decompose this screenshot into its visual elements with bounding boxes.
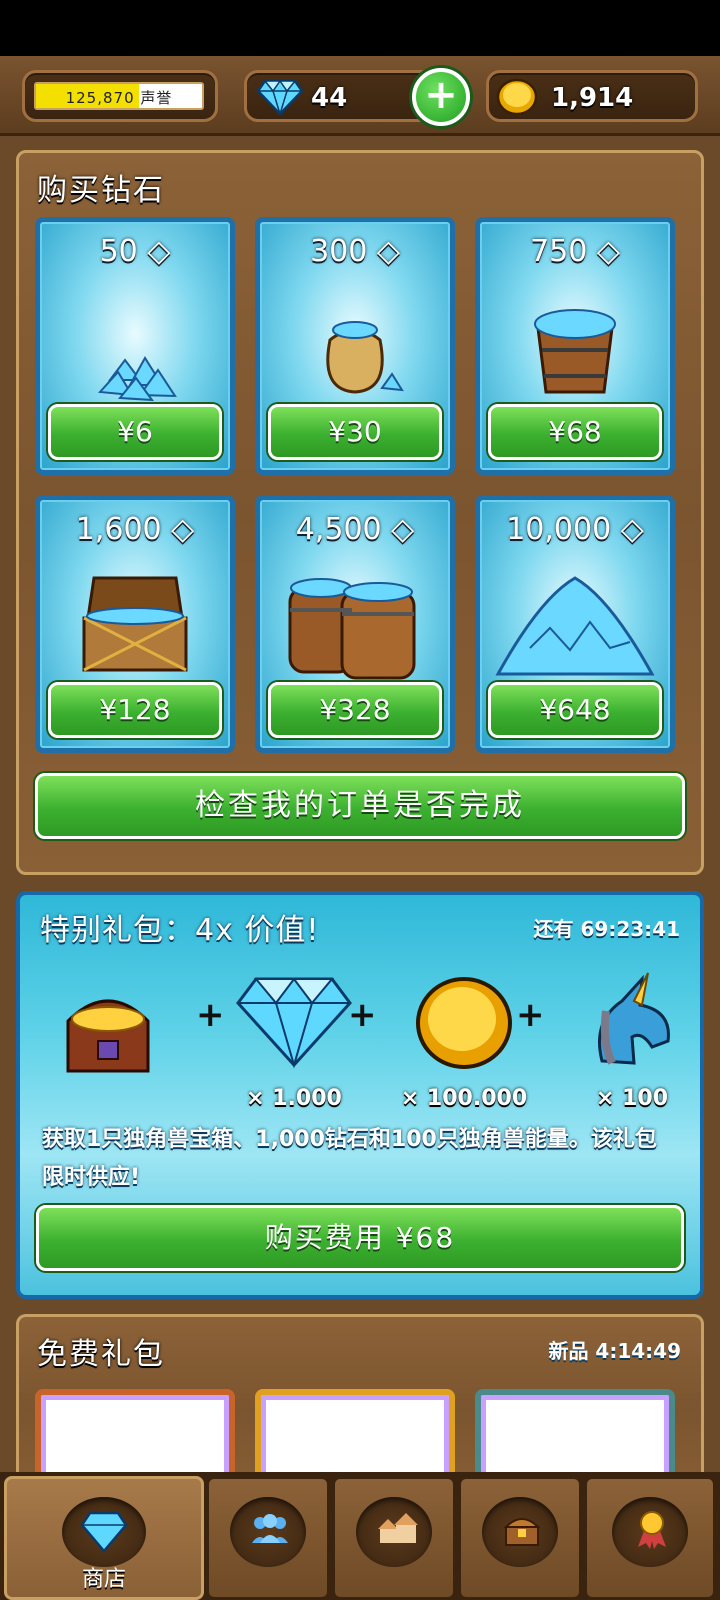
check-order-button[interactable]: 检查我的订单是否完成 [35,773,685,839]
offer-item-qty: × 100 [595,1086,668,1111]
special-offer-description: 获取1只独角兽宝箱、1,000钻石和100只独角兽能量。该礼包限时供应! [42,1127,657,1190]
bottom-nav: 商店 [0,1472,720,1600]
unicorn-head-icon [598,972,670,1065]
tab-shop[interactable]: 商店 [4,1476,204,1600]
diamond-pack-card[interactable]: 4,500 ◇ ¥328 [255,495,455,753]
pack-amount: 300 ◇ [310,234,400,269]
diamond-icon [80,1511,128,1553]
tab-buildings[interactable] [332,1476,456,1600]
gem-mountain-icon [480,558,670,688]
pack-amount: 750 ◇ [530,234,620,269]
buy-offer-button[interactable]: 购买费用 ¥68 [36,1205,684,1271]
gem-bucket-icon [480,280,670,410]
pack-amount: 50 ◇ [99,234,171,269]
buy-pack-button[interactable]: ¥328 [268,682,442,738]
pack-amount: 1,600 ◇ [75,512,195,547]
special-offer-timer: 还有 69:23:41 [533,917,680,941]
special-offer-panel: 特别礼包：4x 价值! 还有 69:23:41 + × 1.000 + × 10… [16,891,704,1299]
buy-pack-button[interactable]: ¥6 [48,404,222,460]
medal-icon [638,1511,666,1549]
diamond-pack-card[interactable]: 750 ◇ ¥68 [475,217,675,475]
treasure-chest-icon [503,1518,541,1546]
status-bar [0,0,720,56]
tab-achievements[interactable] [584,1476,716,1600]
free-packs-timer: 新品 4:14:49 [548,1339,681,1363]
gem-pile-icon [40,280,230,410]
gold-coin-icon [496,78,538,116]
diamond-pack-card[interactable]: 10,000 ◇ ¥648 [475,495,675,753]
add-gems-button[interactable]: + [412,68,470,126]
pack-amount: 4,500 ◇ [295,512,415,547]
offer-item-qty: × 100.000 [400,1086,528,1111]
gold-coin-icon [416,977,512,1069]
diamond-shop-panel: 购买钻石 50 ◇ ¥6 300 ◇ ¥30 750 ◇ ¥68 1,600 ◇… [16,150,704,875]
buy-pack-button[interactable]: ¥128 [48,682,222,738]
gem-sack-icon [260,280,450,410]
tab-chest[interactable] [458,1476,582,1600]
diamond-icon [257,79,303,115]
gold-count: 1,914 [551,83,634,113]
diamond-pack-card[interactable]: 1,600 ◇ ¥128 [35,495,235,753]
buy-pack-button[interactable]: ¥68 [488,404,662,460]
reputation-meter: 125,870 声誉 [22,70,218,122]
pack-amount: 10,000 ◇ [506,512,644,547]
unicorn-chest-icon [48,971,168,1111]
buildings-icon [378,1513,418,1543]
diamond-icon [236,977,352,1069]
resource-bar: 125,870 声誉 44 1,914 [0,56,720,136]
people-icon [252,1514,288,1543]
free-packs-title: 免费礼包 [37,1337,165,1372]
diamond-pack-card[interactable]: 50 ◇ ¥6 [35,217,235,475]
gem-chest-icon [40,558,230,688]
tab-shop-label: 商店 [81,1567,126,1592]
special-offer-title: 特别礼包：4x 价值! [40,913,320,948]
offer-item-qty: × 1.000 [246,1086,342,1111]
offer-diamond: × 1.000 [234,971,354,1111]
diamond-shop-title: 购买钻石 [37,173,165,208]
offer-gold: × 100.000 [401,971,527,1111]
buy-pack-button[interactable]: ¥30 [268,404,442,460]
gold-counter: 1,914 [486,70,698,122]
tab-social[interactable] [206,1476,330,1600]
buy-pack-button[interactable]: ¥648 [488,682,662,738]
reputation-text: 125,870 声誉 [65,89,173,107]
offer-unicorn: × 100 [572,971,692,1111]
gem-barrels-icon [260,558,450,688]
diamond-pack-card[interactable]: 300 ◇ ¥30 [255,217,455,475]
gem-count: 44 [311,83,348,113]
